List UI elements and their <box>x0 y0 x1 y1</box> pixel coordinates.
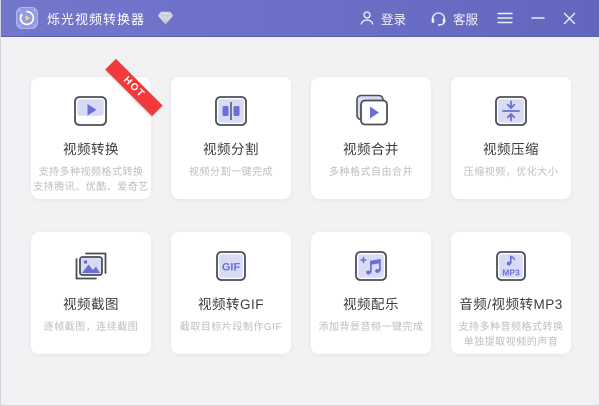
app-window: 烁光视频转换器 登录 客服 HOT 视频转换 支持多种视频格式转换 支持腾讯、优… <box>0 0 600 406</box>
window-controls <box>488 6 585 31</box>
titlebar: 烁光视频转换器 登录 客服 <box>1 0 599 37</box>
card-desc: 支持多种视频格式转换 支持腾讯、优酷、爱奇艺 <box>33 167 149 193</box>
login-label: 登录 <box>380 12 406 27</box>
card-video-screenshot[interactable]: 视频截图 逐帧截图，连续截图 <box>31 232 151 354</box>
video-compress-icon <box>451 92 571 130</box>
video-music-icon <box>311 247 431 285</box>
svg-text:MP3: MP3 <box>502 268 520 278</box>
hamburger-menu-icon[interactable] <box>488 6 522 30</box>
card-desc: 截取目标片段制作GIF <box>179 322 283 333</box>
card-video-to-gif[interactable]: GIF 视频转GIF 截取目标片段制作GIF <box>171 232 291 354</box>
feature-grid: HOT 视频转换 支持多种视频格式转换 支持腾讯、优酷、爱奇艺 视频分割 视频分… <box>31 58 571 354</box>
card-audio-to-mp3[interactable]: MP3 音频/视频转MP3 支持多种音频格式转换 单独提取视频的声音 <box>451 232 571 354</box>
svg-text:GIF: GIF <box>222 262 241 274</box>
video-split-icon <box>171 92 291 130</box>
card-video-merge[interactable]: 视频合并 多种格式自由合并 <box>311 77 431 199</box>
app-logo-icon <box>16 7 38 29</box>
audio-to-mp3-icon: MP3 <box>451 247 571 285</box>
card-desc: 视频分割一键完成 <box>189 167 273 178</box>
close-icon[interactable] <box>554 6 585 31</box>
card-title: 视频压缩 <box>483 142 539 157</box>
card-desc: 多种格式自由合并 <box>329 167 413 178</box>
card-title: 视频截图 <box>63 297 119 312</box>
login-button[interactable]: 登录 <box>359 9 406 28</box>
customer-service-button[interactable]: 客服 <box>430 9 478 28</box>
card-title: 音频/视频转MP3 <box>459 297 563 312</box>
user-icon <box>359 10 375 26</box>
card-title: 视频转换 <box>63 142 119 157</box>
card-title: 视频分割 <box>203 142 259 157</box>
card-desc: 添加背景音频一键完成 <box>318 322 424 333</box>
card-title: 视频合并 <box>343 142 399 157</box>
card-title: 视频转GIF <box>198 297 264 312</box>
card-desc: 逐帧截图，连续截图 <box>43 322 139 333</box>
card-video-split[interactable]: 视频分割 视频分割一键完成 <box>171 77 291 199</box>
titlebar-actions: 登录 客服 <box>335 6 585 31</box>
gem-icon[interactable] <box>157 11 174 25</box>
video-to-gif-icon: GIF <box>171 247 291 285</box>
service-label: 客服 <box>452 12 478 27</box>
card-title: 视频配乐 <box>343 297 399 312</box>
video-screenshot-icon <box>31 247 151 285</box>
card-desc: 压缩视频，优化大小 <box>463 167 559 178</box>
app-title: 烁光视频转换器 <box>47 11 146 27</box>
card-desc: 支持多种音频格式转换 单独提取视频的声音 <box>458 322 564 348</box>
card-video-compress[interactable]: 视频压缩 压缩视频，优化大小 <box>451 77 571 199</box>
video-merge-icon <box>311 92 431 130</box>
headset-icon <box>430 10 447 26</box>
minimize-icon[interactable] <box>522 6 554 30</box>
card-video-music[interactable]: 视频配乐 添加背景音频一键完成 <box>311 232 431 354</box>
card-video-convert[interactable]: HOT 视频转换 支持多种视频格式转换 支持腾讯、优酷、爱奇艺 <box>31 58 163 199</box>
